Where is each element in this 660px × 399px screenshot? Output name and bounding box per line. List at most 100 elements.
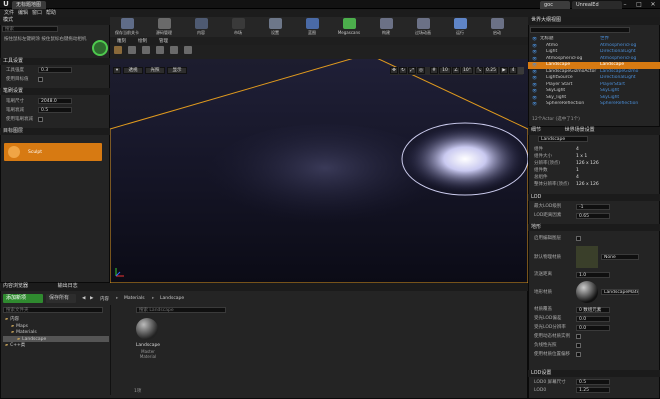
path-landscape[interactable]: Landscape <box>160 296 184 301</box>
grid-size-value[interactable]: 10 <box>439 67 451 74</box>
tool-strength-input[interactable]: 0.3 <box>38 67 72 73</box>
asset-search-input[interactable]: 搜索 Landscape <box>136 307 226 313</box>
toolbar-button-8[interactable]: 过场动画 <box>411 17 435 37</box>
brush-settings-header[interactable]: 笔刷设置 <box>0 88 110 95</box>
close-icon[interactable]: ✕ <box>646 0 660 9</box>
property-value[interactable]: -1 <box>576 203 610 210</box>
landscape-section-header[interactable]: 地形 <box>528 224 660 231</box>
show-button[interactable]: 显示 <box>167 67 187 74</box>
scale-snap-value[interactable]: 0.25 <box>484 67 498 74</box>
folder-search-input[interactable]: 搜索文件夹 <box>3 307 103 313</box>
output-log-tab[interactable]: 输出日志 <box>58 283 78 289</box>
brush-size-input[interactable]: 2048.0 <box>38 98 72 104</box>
property-value[interactable]: 0.0 <box>576 324 610 331</box>
toolbar-button-2[interactable]: 内容 <box>189 17 213 37</box>
rotation-snap-value[interactable]: 10° <box>461 67 473 74</box>
details-tab[interactable]: 细节 <box>531 127 541 133</box>
landscape-mode-icon[interactable] <box>92 40 108 56</box>
outliner-row[interactable]: 👁 SphereReflection SphereReflection <box>528 101 660 108</box>
toolbar-button-10[interactable]: 启动 <box>485 17 509 37</box>
menu-help[interactable]: 帮助 <box>46 9 56 17</box>
divider <box>110 305 111 395</box>
path-root[interactable]: 内容 <box>100 296 109 302</box>
toolbar-button-7[interactable]: 构建 <box>374 17 398 37</box>
toolbar-button-5[interactable]: 蓝图 <box>300 17 324 37</box>
mode-tab-paint[interactable]: 绘制 <box>138 38 147 44</box>
flatten-tool-icon[interactable] <box>142 46 150 54</box>
erosion-tool-icon[interactable] <box>170 46 178 54</box>
material-asset-thumb[interactable] <box>136 318 158 340</box>
menu-window[interactable]: 窗口 <box>32 9 42 17</box>
noise-tool-icon[interactable] <box>184 46 192 54</box>
lod-header[interactable]: LOD <box>528 194 660 201</box>
smooth-tool-icon[interactable] <box>128 46 136 54</box>
lod-settings-header[interactable]: LOD设置 <box>528 370 660 377</box>
viewport-menu-button[interactable]: ▾ <box>113 67 121 74</box>
property-value[interactable]: 0.5 <box>576 379 610 385</box>
outliner-search-input[interactable] <box>530 27 630 33</box>
folder-tree-item[interactable]: ▰ C++类 <box>3 342 109 349</box>
tool-settings-header[interactable]: 工具设置 <box>0 58 110 65</box>
lit-button[interactable]: 光照 <box>145 67 165 74</box>
save-all-button[interactable]: 保存所有 <box>46 294 76 303</box>
add-new-button[interactable]: 添加新项 <box>3 294 43 303</box>
grid-snap-icon[interactable]: # <box>430 67 438 74</box>
ramp-tool-icon[interactable] <box>156 46 164 54</box>
world-space-icon[interactable]: ◎ <box>417 67 425 74</box>
use-falloff-checkbox[interactable] <box>38 117 43 122</box>
back-icon[interactable]: ◀ <box>82 296 85 301</box>
use-target-checkbox[interactable] <box>38 77 43 82</box>
property-value[interactable]: 0.65 <box>576 212 610 219</box>
scale-icon[interactable]: ⤢ <box>408 67 416 74</box>
editor-tab[interactable]: UnrealEd <box>572 1 622 9</box>
rotation-snap-icon[interactable]: ∠ <box>452 67 460 74</box>
property-checkbox[interactable] <box>576 334 581 339</box>
translate-icon[interactable]: ✥ <box>390 67 398 74</box>
property-value[interactable]: 1.0 <box>576 271 610 278</box>
maximize-icon[interactable]: □ <box>632 0 646 9</box>
camera-speed-value[interactable]: 4 <box>509 67 517 74</box>
toolbar-button-4[interactable]: 设置 <box>263 17 287 37</box>
minimize-icon[interactable]: – <box>618 0 632 9</box>
brush-size-label: 笔刷尺寸 <box>6 99 24 104</box>
modes-search-input[interactable]: 搜索 <box>2 26 58 32</box>
level-viewport[interactable] <box>110 59 528 283</box>
modes-hint: 按住鼠标左键刷涂 按住鼠标右键拖动相机 <box>4 37 87 42</box>
camera-speed-icon[interactable]: ▶ <box>500 67 508 74</box>
toolbar-button-3[interactable]: 市场 <box>226 17 250 37</box>
forward-icon[interactable]: ▶ <box>90 296 93 301</box>
property-value[interactable]: 1.25 <box>576 387 610 393</box>
property-value[interactable]: 0 数组元素 <box>576 306 610 313</box>
material-thumb[interactable] <box>576 281 598 303</box>
property-value[interactable]: 0.0 <box>576 315 610 322</box>
toolbar-button-1[interactable]: 源码管理 <box>152 17 176 37</box>
rotate-icon[interactable]: ↻ <box>399 67 407 74</box>
property-value[interactable]: None <box>601 254 639 260</box>
property-checkbox[interactable] <box>576 352 581 357</box>
scale-snap-icon[interactable]: ⤡ <box>475 67 483 74</box>
toolbar-button-6[interactable]: Megascans <box>337 17 361 37</box>
project-tab[interactable]: goc <box>540 1 570 9</box>
property-value[interactable]: LandscapeMaterial <box>601 289 639 295</box>
heightmap-label: Sculpt <box>28 150 43 155</box>
mode-tab-sculpt[interactable]: 雕刻 <box>117 38 126 44</box>
brush-falloff-input[interactable]: 0.5 <box>38 107 72 113</box>
world-settings-tab[interactable]: 世界场景设置 <box>565 127 595 133</box>
toolbar-button-0[interactable]: 保存当前关卡 <box>115 17 139 37</box>
menu-file[interactable]: 文件 <box>4 9 14 17</box>
content-browser-tab[interactable]: 内容浏览器 <box>3 283 28 289</box>
perspective-button[interactable]: 透视 <box>123 67 143 74</box>
sculpt-tool-icon[interactable] <box>114 46 122 54</box>
target-layers-header[interactable]: 目标图层 <box>0 128 110 135</box>
mode-tab-manage[interactable]: 管理 <box>159 38 168 44</box>
property-checkbox[interactable] <box>576 343 581 348</box>
menu-edit[interactable]: 编辑 <box>18 9 28 17</box>
toolbar-button-9[interactable]: 运行 <box>448 17 472 37</box>
level-tab[interactable]: 无标题地图 <box>12 1 46 9</box>
actor-name-field[interactable]: Landscape <box>538 136 588 142</box>
property-checkbox[interactable] <box>576 235 581 241</box>
visibility-eye-icon[interactable]: 👁 <box>532 101 540 108</box>
path-materials[interactable]: Materials <box>124 296 145 301</box>
maximize-viewport-icon[interactable] <box>518 67 524 74</box>
physical-material-thumb[interactable] <box>576 246 598 268</box>
